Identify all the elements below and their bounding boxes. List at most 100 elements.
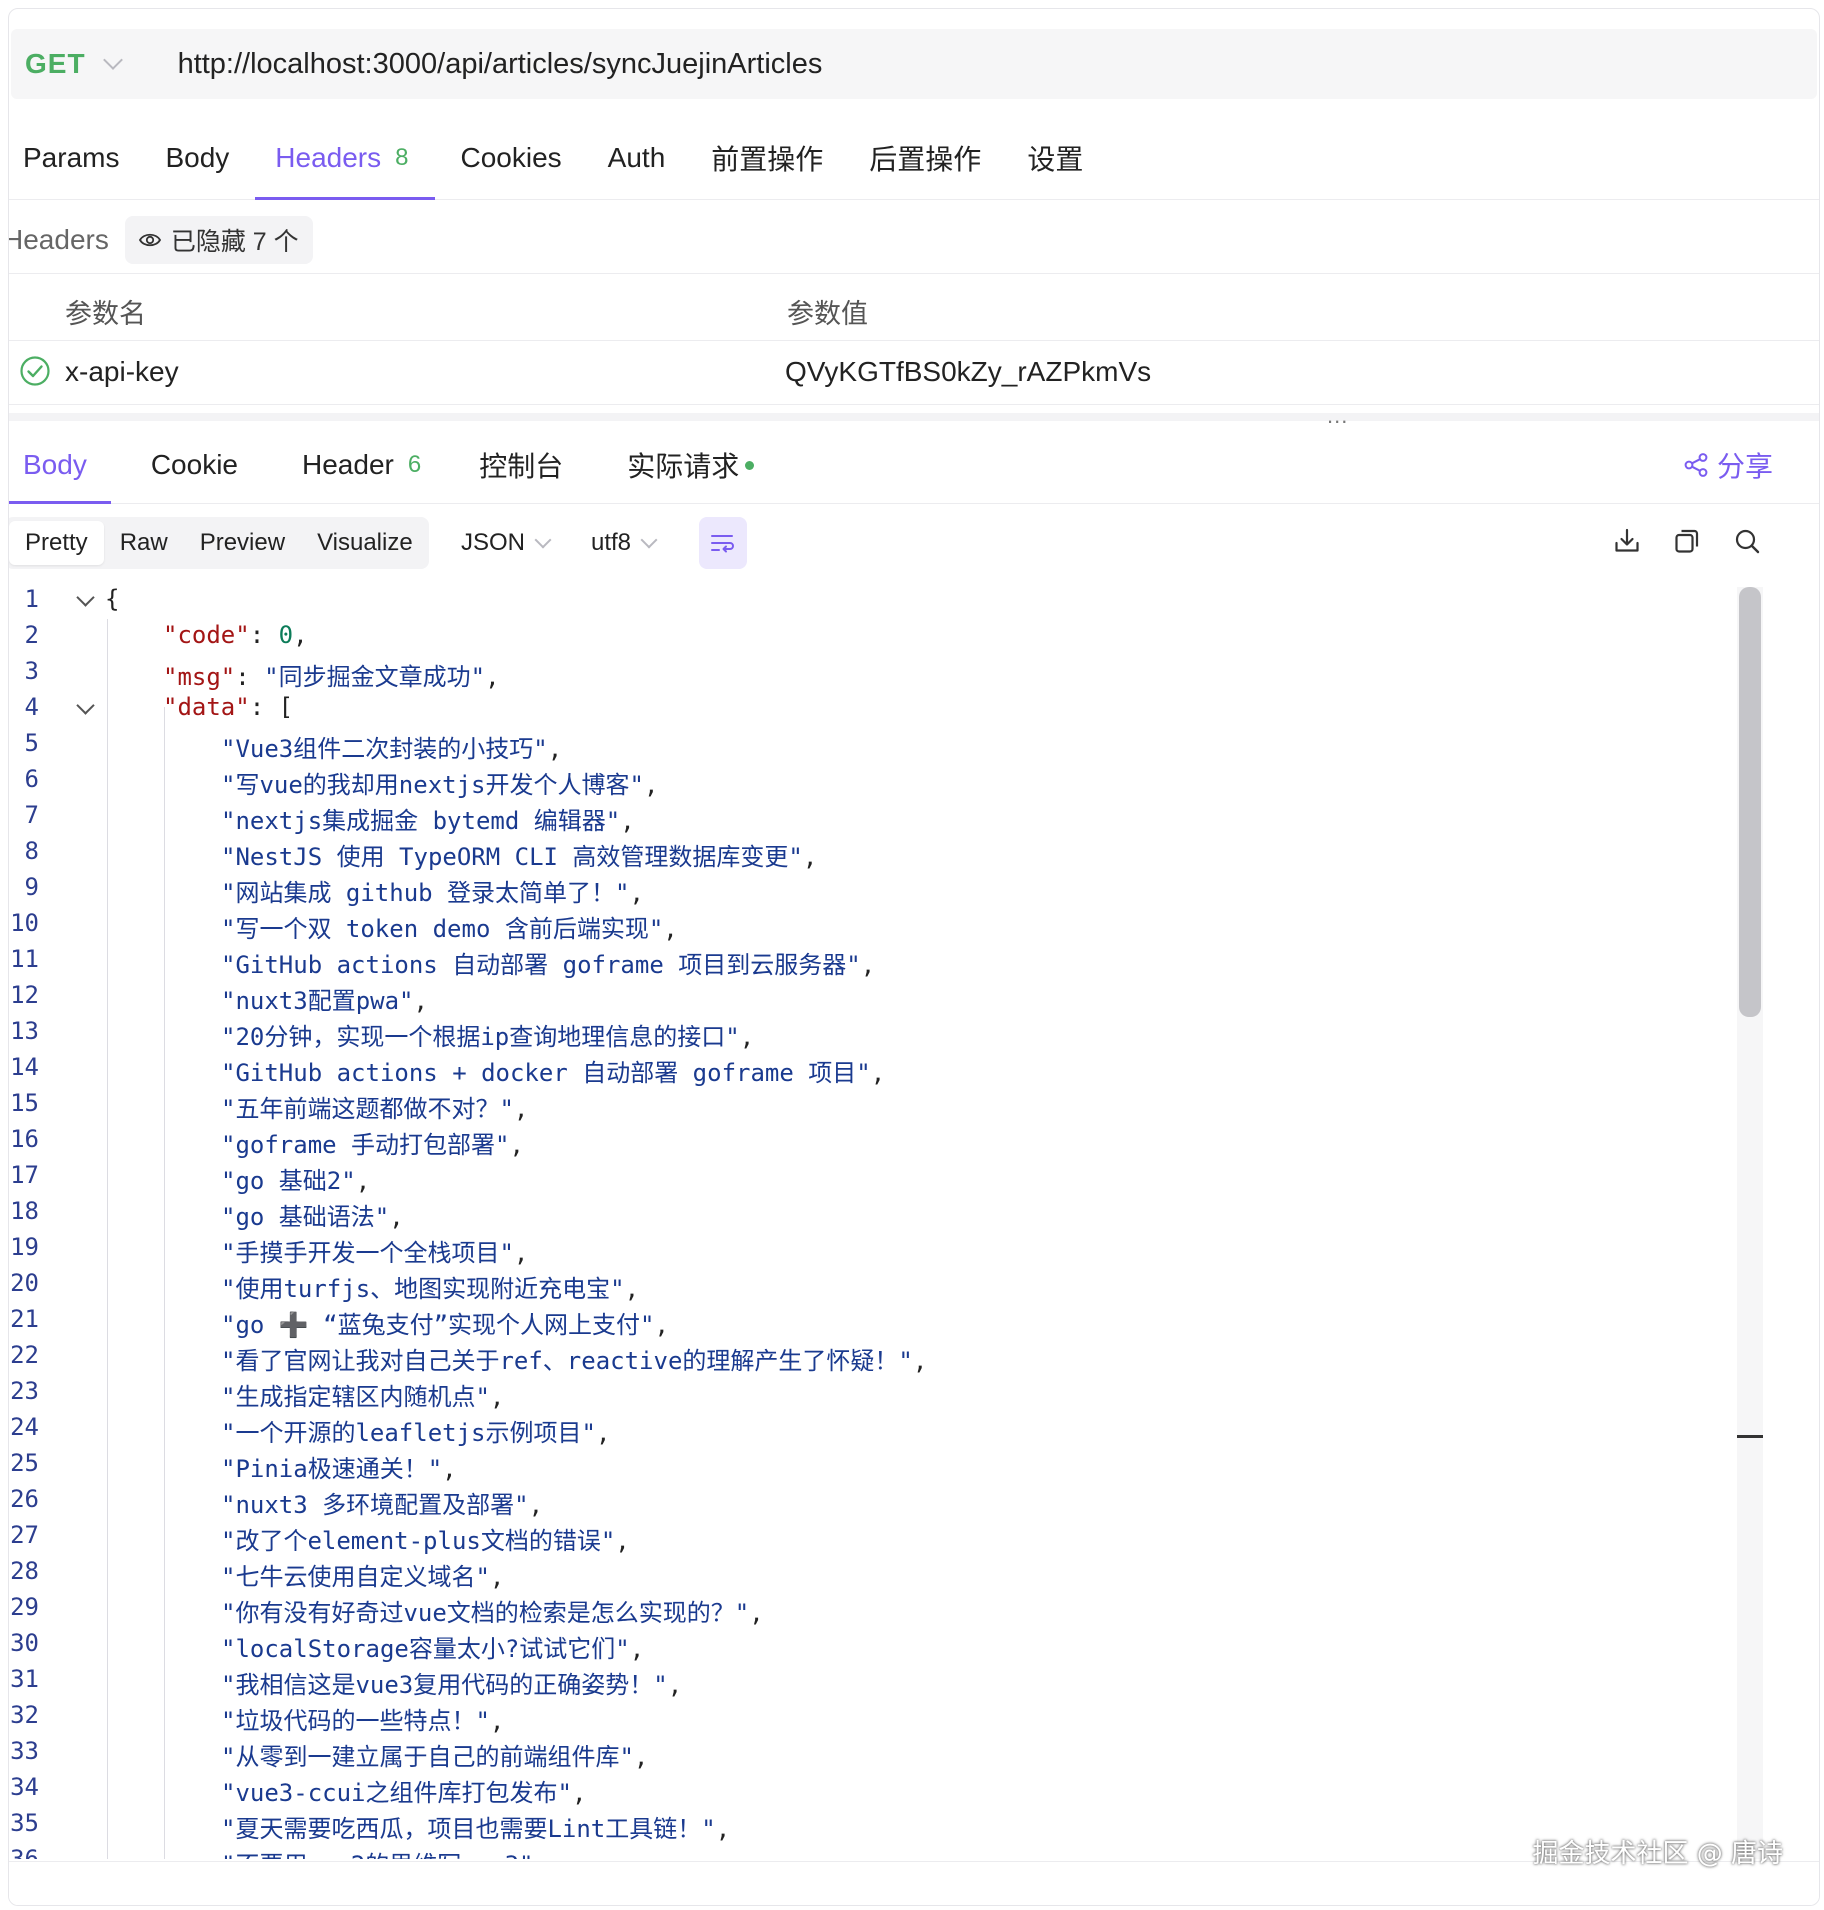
- tab-label: Cookie: [150, 449, 238, 480]
- tab-pre-actions[interactable]: 前置操作: [711, 117, 823, 199]
- line-number: 5: [24, 729, 39, 757]
- download-icon[interactable]: [1613, 527, 1641, 555]
- resize-handle[interactable]: ...: [1327, 403, 1348, 429]
- tab-post-actions[interactable]: 后置操作: [869, 117, 981, 199]
- header-value-cell[interactable]: QVyKGTfBS0kZy_rAZPkmVs: [785, 356, 1151, 388]
- fold-chevron-icon[interactable]: [76, 588, 95, 607]
- watermark: 掘金技术社区 @ 唐诗: [1532, 1839, 1783, 1869]
- view-mode-raw[interactable]: Raw: [104, 521, 184, 565]
- line-number: 20: [10, 1269, 39, 1297]
- code-line: 7 "nextjs集成掘金 bytemd 编辑器",: [9, 795, 1709, 835]
- tab-label: Params: [23, 142, 120, 173]
- request-tabs: Params Body Headers 8 Cookies Auth 前置操作 后…: [9, 117, 1819, 200]
- line-number: 12: [10, 981, 39, 1009]
- tab-label: 设置: [1027, 144, 1084, 175]
- code-text: "data": [: [163, 693, 294, 721]
- tab-settings[interactable]: 设置: [1027, 117, 1083, 199]
- line-number: 21: [10, 1305, 39, 1333]
- line-number: 6: [24, 765, 39, 793]
- line-number: 31: [10, 1665, 39, 1693]
- encoding-label: utf8: [591, 529, 632, 556]
- tab-response-body[interactable]: Body: [9, 427, 111, 504]
- view-mode-segmented: Pretty Raw Preview Visualize: [9, 517, 429, 569]
- line-number: 2: [24, 621, 39, 649]
- line-number: 34: [10, 1773, 39, 1801]
- scrollbar-thumb[interactable]: [1739, 587, 1761, 1017]
- code-line: 14 "GitHub actions + docker 自动部署 goframe …: [9, 1047, 1709, 1087]
- tab-actual-request[interactable]: 实际请求: [627, 427, 755, 503]
- table-row: x-api-key QVyKGTfBS0kZy_rAZPkmVs: [9, 340, 1819, 405]
- tab-console[interactable]: 控制台: [479, 427, 563, 503]
- code-line: 6 "写vue的我却用nextjs开发个人博客",: [9, 759, 1709, 799]
- line-number: 23: [10, 1377, 39, 1405]
- code-line: 34 "vue3-ccui之组件库打包发布",: [9, 1767, 1709, 1807]
- fold-chevron-icon[interactable]: [76, 696, 95, 715]
- url-input[interactable]: http://localhost:3000/api/articles/syncJ…: [178, 48, 823, 81]
- panel-divider[interactable]: [9, 413, 1819, 421]
- response-toolbar: Pretty Raw Preview Visualize JSON utf8: [9, 517, 1819, 573]
- code-line: 17 "go 基础2",: [9, 1155, 1709, 1195]
- chevron-down-icon: [534, 531, 552, 549]
- tab-response-cookie[interactable]: Cookie: [151, 427, 238, 503]
- hidden-headers-toggle[interactable]: 已隐藏 7 个: [124, 216, 313, 264]
- tab-count-badge: 8: [395, 144, 409, 171]
- code-line: 13 "20分钟，实现一个根据ip查询地理信息的接口",: [9, 1011, 1709, 1051]
- tab-headers[interactable]: Headers 8: [255, 117, 435, 200]
- format-select[interactable]: JSON: [461, 529, 552, 557]
- line-number: 1: [24, 585, 39, 613]
- code-line: 16 "goframe 手动打包部署",: [9, 1119, 1709, 1159]
- status-dot: [745, 460, 755, 470]
- code-line: 5 "Vue3组件二次封装的小技巧",: [9, 723, 1709, 763]
- view-mode-visualize[interactable]: Visualize: [301, 521, 429, 565]
- headers-subheader: Headers 已隐藏 7 个: [9, 209, 313, 271]
- line-number: 26: [10, 1485, 39, 1513]
- word-wrap-button[interactable]: [699, 517, 747, 569]
- code-line: 1{: [9, 579, 1709, 615]
- code-line: 26 "nuxt3 多环境配置及部署",: [9, 1479, 1709, 1519]
- tab-label: 实际请求: [627, 451, 740, 482]
- code-line: 27 "改了个element-plus文档的错误",: [9, 1515, 1709, 1555]
- view-mode-preview[interactable]: Preview: [184, 521, 301, 565]
- eye-icon: [138, 233, 161, 247]
- tab-label: 控制台: [479, 451, 564, 482]
- method-select[interactable]: GET: [25, 48, 86, 80]
- tab-cookies[interactable]: Cookies: [461, 117, 562, 199]
- line-number: 7: [24, 801, 39, 829]
- line-number: 36: [10, 1845, 39, 1859]
- tab-body[interactable]: Body: [165, 117, 229, 199]
- line-number: 33: [10, 1737, 39, 1765]
- code-line: 12 "nuxt3配置pwa",: [9, 975, 1709, 1015]
- json-value: 0: [278, 621, 294, 649]
- code-line: 35 "夏天需要吃西瓜，项目也需要Lint工具链！",: [9, 1803, 1709, 1843]
- code-line: 32 "垃圾代码的一些特点！",: [9, 1695, 1709, 1735]
- code-line: 11 "GitHub actions 自动部署 goframe 项目到云服务器",: [9, 939, 1709, 979]
- code-line: 9 "网站集成 github 登录太简单了！",: [9, 867, 1709, 907]
- tab-label: Auth: [607, 142, 666, 173]
- vertical-scrollbar[interactable]: [1737, 587, 1763, 1859]
- line-number: 27: [10, 1521, 39, 1549]
- code-text: {: [105, 585, 120, 613]
- code-line: 24 "一个开源的leafletjs示例项目",: [9, 1407, 1709, 1447]
- code-line: 30 "localStorage容量太小?试试它们",: [9, 1623, 1709, 1663]
- line-number: 30: [10, 1629, 39, 1657]
- tab-auth[interactable]: Auth: [608, 117, 666, 199]
- json-array-item: "不要用vue2的思维写vue3": [221, 1851, 534, 1859]
- encoding-select[interactable]: utf8: [591, 529, 658, 557]
- view-mode-pretty[interactable]: Pretty: [9, 521, 104, 565]
- line-number: 28: [10, 1557, 39, 1585]
- chevron-down-icon[interactable]: [102, 50, 123, 70]
- tab-response-header[interactable]: Header 6: [302, 427, 421, 503]
- tab-params[interactable]: Params: [23, 117, 119, 199]
- line-number: 19: [10, 1233, 39, 1261]
- copy-icon[interactable]: [1673, 527, 1701, 555]
- share-button[interactable]: 分享: [1683, 445, 1773, 485]
- check-circle-icon[interactable]: [19, 355, 51, 387]
- tab-label: Body: [23, 449, 87, 480]
- line-number: 3: [24, 657, 39, 685]
- response-code-editor[interactable]: 1{ 2 "code": 0, 3 "msg": "同步掘金文章成功", 4 "dat…: [9, 579, 1767, 1859]
- code-line: 4 "data": [: [9, 687, 1709, 723]
- line-number: 18: [10, 1197, 39, 1225]
- header-name-cell[interactable]: x-api-key: [65, 356, 179, 388]
- search-icon[interactable]: [1733, 527, 1761, 555]
- line-number: 35: [10, 1809, 39, 1837]
